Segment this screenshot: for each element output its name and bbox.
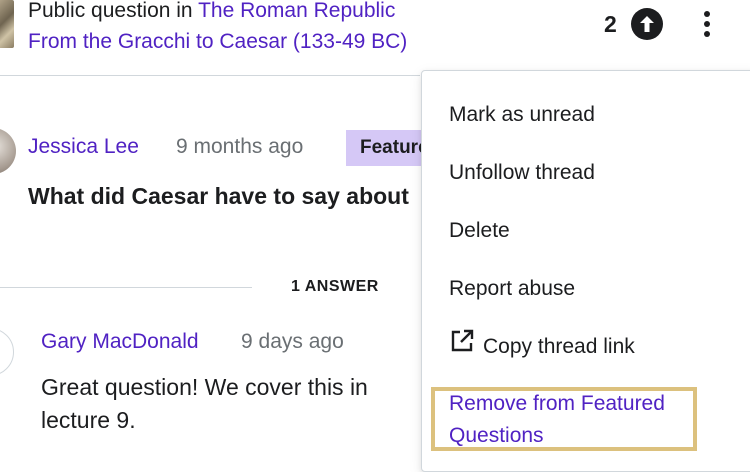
course-link[interactable]: The Roman Republic [198, 0, 395, 22]
menu-item-remove-featured[interactable]: Remove from Featured Questions [449, 388, 699, 452]
menu-item-report-abuse[interactable]: Report abuse [449, 274, 575, 304]
external-link-icon [449, 328, 475, 363]
kebab-menu-icon[interactable] [697, 9, 717, 39]
menu-item-mark-unread[interactable]: Mark as unread [449, 100, 595, 130]
question-time: 9 months ago [176, 135, 304, 158]
avatar [0, 328, 14, 376]
answers-divider [0, 287, 252, 288]
copy-link-label: Copy thread link [483, 335, 635, 359]
answers-count: 1 ANSWER [291, 278, 379, 295]
upvote-arrow-icon [640, 16, 654, 32]
lecture-link[interactable]: From the Gracchi to Caesar (133-49 BC) [28, 30, 407, 53]
question-context: Public question in The Roman Republic [28, 0, 395, 26]
answer-body: Great question! We cover this in lecture… [41, 374, 368, 433]
menu-item-delete[interactable]: Delete [449, 216, 510, 246]
course-thumbnail [0, 0, 14, 48]
question-author[interactable]: Jessica Lee [28, 132, 139, 162]
lecture-context: From the Gracchi to Caesar (133-49 BC) [28, 27, 407, 57]
upvote-count: 2 [604, 11, 617, 37]
context-prefix: Public question in [28, 0, 199, 22]
menu-item-copy-link[interactable]: Copy thread link [449, 329, 635, 363]
answer-author[interactable]: Gary MacDonald [41, 327, 199, 357]
thread-options-menu: Mark as unread Unfollow thread Delete Re… [421, 70, 750, 472]
answer-time: 9 days ago [241, 330, 344, 353]
header-divider [0, 75, 420, 76]
question-title: What did Caesar have to say about [28, 183, 409, 209]
avatar [0, 128, 16, 174]
upvote-button[interactable] [631, 8, 663, 40]
menu-item-unfollow[interactable]: Unfollow thread [449, 158, 595, 188]
